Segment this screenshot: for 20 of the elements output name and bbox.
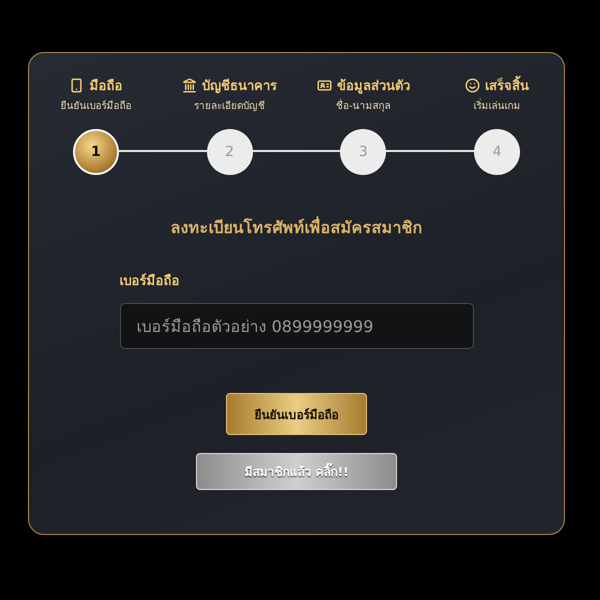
step-subtitle: ชื่อ-นามสกุล bbox=[336, 98, 391, 113]
step-title: ข้อมูลส่วนตัว bbox=[336, 78, 410, 96]
field-label: เบอร์มือถือ bbox=[120, 272, 180, 291]
bank-icon bbox=[182, 78, 198, 93]
step-circle: 1 bbox=[72, 129, 119, 175]
smartphone-icon bbox=[69, 78, 84, 93]
step-title: มือถือ bbox=[89, 78, 122, 96]
step-title: บัญชีธนาคาร bbox=[202, 78, 278, 96]
step-subtitle: เริ่มเล่นเกม bbox=[474, 98, 521, 113]
confirm-button[interactable]: ยืนยันเบอร์มือถือ bbox=[226, 393, 367, 435]
form-heading: ลงทะเบียนโทรศัพท์เพื่อสมัครสมาชิก bbox=[170, 215, 422, 239]
step-circle: 3 bbox=[340, 129, 386, 175]
step-title: เสร็จสิ้น bbox=[485, 75, 530, 96]
step-subtitle: ยืนยันเบอร์มือถือ bbox=[60, 99, 132, 113]
smiley-icon bbox=[465, 78, 480, 93]
step-circle: 2 bbox=[206, 129, 253, 175]
step-subtitle: รายละเอียดบัญชี bbox=[194, 100, 266, 113]
phone-input-field[interactable]: เบอร์มือถือตัวอย่าง 0899999999 bbox=[120, 303, 474, 349]
step-circle: 4 bbox=[474, 129, 520, 175]
id-card-icon bbox=[316, 78, 332, 93]
